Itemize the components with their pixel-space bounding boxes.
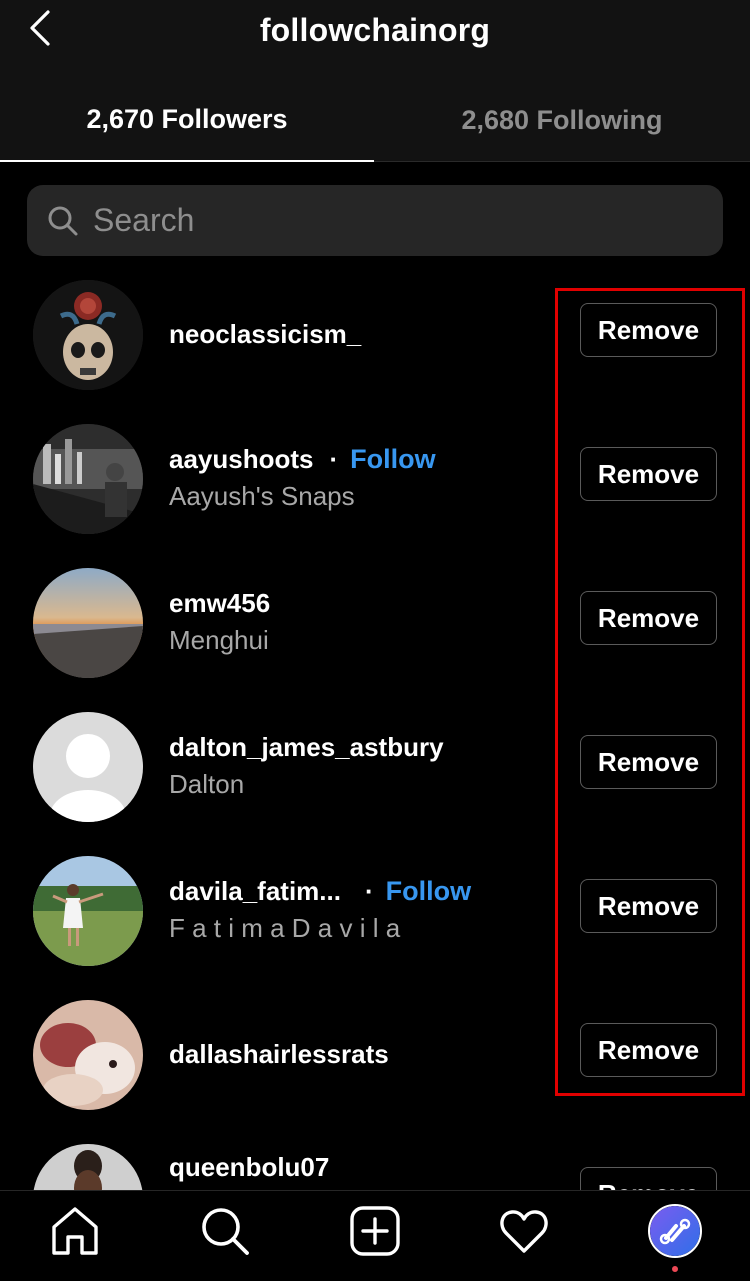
notification-dot <box>672 1266 678 1272</box>
username[interactable]: dallashairlessrats <box>169 1039 389 1070</box>
top-bar: followchainorg <box>0 0 750 78</box>
full-name: F a t i m a D a v i l a <box>169 913 401 943</box>
username-line: neoclassicism_ <box>169 319 361 350</box>
full-name: Dalton <box>169 769 245 799</box>
follow-link[interactable]: Follow <box>386 876 471 907</box>
follow-link[interactable]: Follow <box>350 444 435 475</box>
nav-activity[interactable] <box>498 1205 550 1257</box>
nav-new-post[interactable] <box>349 1205 401 1257</box>
heart-icon <box>500 1210 548 1253</box>
search-input[interactable] <box>93 202 653 239</box>
avatar[interactable] <box>33 424 143 534</box>
search-bar[interactable] <box>27 185 723 256</box>
username-line: queenbolu07 <box>169 1152 329 1183</box>
user-info: neoclassicism_ <box>169 262 361 406</box>
nav-profile-avatar[interactable] <box>648 1204 702 1258</box>
home-icon <box>52 1207 98 1255</box>
nav-home[interactable] <box>49 1205 101 1257</box>
dot-separator: · <box>364 876 374 906</box>
username[interactable]: aayushoots <box>169 444 314 475</box>
search-icon <box>48 206 78 235</box>
avatar[interactable] <box>33 856 143 966</box>
tab-bar: 2,670 Followers 2,680 Following <box>0 78 750 162</box>
full-name: Menghui <box>169 625 269 655</box>
username-line: davila_fatim... · Follow <box>169 876 471 907</box>
nav-search[interactable] <box>199 1205 251 1257</box>
username[interactable]: emw456 <box>169 588 270 619</box>
remove-button[interactable]: Remove <box>580 1167 717 1190</box>
username[interactable]: dalton_james_astbury <box>169 732 444 763</box>
user-info: emw456 Menghui <box>169 550 270 694</box>
username[interactable]: davila_fatim... <box>169 876 341 907</box>
username[interactable]: neoclassicism_ <box>169 319 361 350</box>
tab-followers[interactable]: 2,670 Followers <box>0 78 374 162</box>
avatar[interactable] <box>33 1144 143 1190</box>
username-line: aayushoots · Follow <box>169 444 436 475</box>
list-item[interactable]: queenbolu07 Remove <box>0 1126 750 1190</box>
avatar[interactable] <box>33 1000 143 1110</box>
user-info: aayushoots · Follow Aayush's Snaps <box>169 406 436 550</box>
username[interactable]: queenbolu07 <box>169 1152 329 1183</box>
username-line: emw456 <box>169 588 270 619</box>
dot-separator: · <box>329 444 339 474</box>
page-title: followchainorg <box>259 12 491 48</box>
username-line: dalton_james_astbury <box>169 732 444 763</box>
tab-following[interactable]: 2,680 Following <box>375 78 749 162</box>
search-icon <box>202 1208 249 1255</box>
avatar[interactable] <box>33 712 143 822</box>
add-post-icon <box>350 1206 400 1256</box>
avatar[interactable] <box>33 568 143 678</box>
username-line: dallashairlessrats <box>169 1039 389 1070</box>
user-info: dalton_james_astbury Dalton <box>169 694 444 838</box>
user-info: davila_fatim... · Follow F a t i m a D a… <box>169 838 471 982</box>
avatar[interactable] <box>33 280 143 390</box>
bottom-navigation <box>0 1190 750 1281</box>
profile-avatar-icon <box>650 1206 700 1256</box>
user-info: dallashairlessrats <box>169 982 389 1126</box>
highlight-annotation <box>555 288 745 1096</box>
user-info: queenbolu07 <box>169 1126 329 1186</box>
full-name: Aayush's Snaps <box>169 481 355 511</box>
